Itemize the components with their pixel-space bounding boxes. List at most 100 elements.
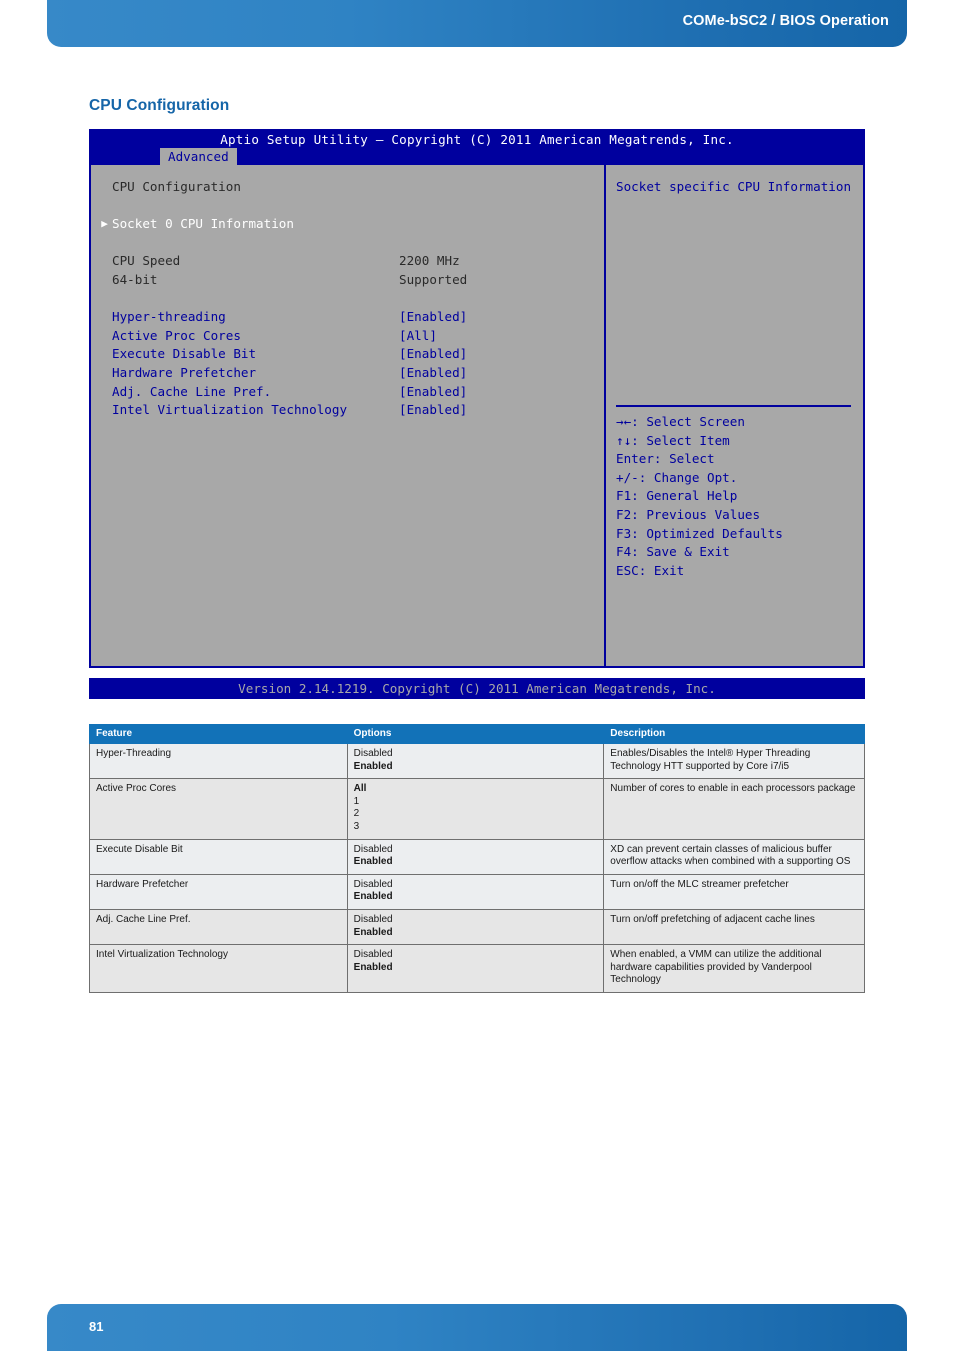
cell-description: Turn on/off the MLC streamer prefetcher bbox=[603, 873, 865, 910]
bios-info-value: 2200 MHz bbox=[399, 253, 460, 269]
cell-options: Disabled Enabled bbox=[346, 908, 605, 946]
cell-feature: Adj. Cache Line Pref. bbox=[89, 908, 348, 946]
cell-feature: Intel Virtualization Technology bbox=[89, 944, 348, 993]
bios-setting-label: Intel Virtualization Technology bbox=[112, 402, 348, 418]
bios-spacer-3 bbox=[91, 290, 604, 309]
option-item: Disabled bbox=[353, 843, 393, 855]
bios-setting-label: Hardware Prefetcher bbox=[112, 364, 257, 380]
table-row: Adj. Cache Line Pref. Disabled Enabled T… bbox=[89, 908, 865, 946]
section-heading: CPU Configuration bbox=[89, 97, 230, 114]
column-header-description: Description bbox=[603, 724, 865, 744]
page-number: 81 bbox=[89, 1319, 104, 1334]
option-item-selected: Enabled bbox=[353, 926, 393, 938]
bios-screenshot: Aptio Setup Utility – Copyright (C) 2011… bbox=[89, 129, 865, 699]
bios-help-title: Socket specific CPU Information bbox=[616, 179, 852, 194]
option-item: Disabled bbox=[353, 878, 393, 890]
bios-info-row: CPU Speed 2200 MHz bbox=[91, 252, 604, 271]
bios-key-general-help: F1: General Help bbox=[616, 488, 738, 504]
bios-setting-value: [Enabled] bbox=[399, 346, 468, 362]
bios-spacer-1 bbox=[91, 197, 604, 216]
cell-options: Disabled Enabled bbox=[346, 873, 605, 910]
cell-description: Number of cores to enable in each proces… bbox=[603, 778, 865, 840]
cell-description: Turn on/off prefetching of adjacent cach… bbox=[603, 908, 865, 946]
option-item-selected: Enabled bbox=[353, 891, 393, 903]
feature-options-table: Feature Options Description Hyper-Thread… bbox=[89, 724, 865, 993]
bios-info-label: 64-bit bbox=[112, 271, 158, 287]
option-item-selected: Enabled bbox=[353, 760, 393, 772]
bios-key-optimized-defaults: F3: Optimized Defaults bbox=[616, 525, 783, 541]
column-header-feature: Feature bbox=[89, 724, 348, 744]
bios-app-title: Aptio Setup Utility – Copyright (C) 2011… bbox=[220, 132, 734, 147]
bios-screen-title-row: CPU Configuration bbox=[91, 178, 604, 197]
cell-description: When enabled, a VMM can utilize the addi… bbox=[603, 944, 865, 993]
bios-title-bar: Aptio Setup Utility – Copyright (C) 2011… bbox=[89, 129, 865, 166]
bios-setting-value: [Enabled] bbox=[399, 383, 468, 399]
bios-key-select-screen: →←: Select Screen bbox=[616, 414, 745, 429]
option-item: Disabled bbox=[353, 913, 393, 925]
bios-left-pane: CPU Configuration ▶ Socket 0 CPU Informa… bbox=[91, 165, 604, 666]
bios-key-legend: →←: Select Screen ↑↓: Select Item Enter:… bbox=[616, 413, 783, 580]
table-row: Execute Disable Bit Disabled Enabled XD … bbox=[89, 838, 865, 875]
cell-feature: Hyper-Threading bbox=[89, 742, 348, 780]
bios-help-separator bbox=[616, 405, 851, 407]
bios-setting-execute-disable-bit[interactable]: Execute Disable Bit [Enabled] bbox=[91, 345, 604, 364]
bios-setting-intel-virtualization-technology[interactable]: Intel Virtualization Technology [Enabled… bbox=[91, 401, 604, 420]
cell-feature: Execute Disable Bit bbox=[89, 838, 348, 875]
bios-setting-label: Hyper-threading bbox=[112, 309, 226, 325]
bios-spacer-2 bbox=[91, 234, 604, 253]
bios-setting-adj-cache-line-pref[interactable]: Adj. Cache Line Pref. [Enabled] bbox=[91, 383, 604, 402]
bios-screen-title: CPU Configuration bbox=[112, 179, 241, 194]
bios-setting-hardware-prefetcher[interactable]: Hardware Prefetcher [Enabled] bbox=[91, 364, 604, 383]
bios-submenu-socket0[interactable]: ▶ Socket 0 CPU Information bbox=[91, 215, 604, 234]
table-row: Hardware Prefetcher Disabled Enabled Tur… bbox=[89, 873, 865, 910]
bios-setting-value: [Enabled] bbox=[399, 309, 468, 325]
bios-setting-label: Execute Disable Bit bbox=[112, 346, 257, 362]
cell-options: Disabled Enabled bbox=[346, 944, 605, 993]
option-item-selected: Enabled bbox=[353, 856, 393, 868]
option-item-selected: All bbox=[353, 783, 367, 795]
option-item: Disabled bbox=[353, 949, 393, 961]
cell-options: All 1 2 3 bbox=[346, 778, 605, 840]
bios-body: CPU Configuration ▶ Socket 0 CPU Informa… bbox=[89, 165, 865, 668]
bios-setting-active-proc-cores[interactable]: Active Proc Cores [All] bbox=[91, 327, 604, 346]
bios-key-enter-select: Enter: Select bbox=[616, 451, 715, 467]
bios-setting-label: Adj. Cache Line Pref. bbox=[112, 383, 272, 399]
page-header-title: COMe-bSC2 / BIOS Operation bbox=[682, 13, 889, 29]
table-row: Active Proc Cores All 1 2 3 Number of co… bbox=[89, 778, 865, 840]
table-header-row: Feature Options Description bbox=[89, 724, 865, 744]
cell-feature: Hardware Prefetcher bbox=[89, 873, 348, 910]
option-item: 1 bbox=[353, 795, 360, 807]
bios-info-value: Supported bbox=[399, 271, 468, 287]
cell-options: Disabled Enabled bbox=[346, 742, 605, 780]
cell-description: XD can prevent certain classes of malici… bbox=[603, 838, 865, 875]
table-row: Intel Virtualization Technology Disabled… bbox=[89, 944, 865, 993]
triangle-right-icon: ▶ bbox=[101, 217, 108, 231]
bios-key-save-exit: F4: Save & Exit bbox=[616, 544, 730, 560]
column-header-options: Options bbox=[346, 724, 605, 744]
bios-help-pane: Socket specific CPU Information →←: Sele… bbox=[606, 165, 863, 666]
option-item: 2 bbox=[353, 808, 360, 820]
bios-setting-hyper-threading[interactable]: Hyper-threading [Enabled] bbox=[91, 308, 604, 327]
bios-version-bar: Version 2.14.1219. Copyright (C) 2011 Am… bbox=[89, 678, 865, 699]
bios-tab-advanced[interactable]: Advanced bbox=[160, 148, 237, 166]
bios-setting-value: [Enabled] bbox=[399, 364, 468, 380]
bios-setting-value: [Enabled] bbox=[399, 402, 468, 418]
table-row: Hyper-Threading Disabled Enabled Enables… bbox=[89, 742, 865, 780]
page-header-bar: COMe-bSC2 / BIOS Operation bbox=[47, 0, 907, 47]
option-item: Disabled bbox=[353, 748, 393, 759]
option-item-selected: Enabled bbox=[353, 961, 393, 973]
bios-key-select-item: ↑↓: Select Item bbox=[616, 432, 730, 448]
bios-key-previous-values: F2: Previous Values bbox=[616, 506, 761, 522]
bios-setting-value: [All] bbox=[399, 327, 437, 343]
page-footer-bar: 81 bbox=[47, 1304, 907, 1351]
bios-key-esc-exit: ESC: Exit bbox=[616, 562, 685, 578]
bios-key-change-opt: +/-: Change Opt. bbox=[616, 469, 738, 485]
option-item: 3 bbox=[353, 820, 360, 832]
cell-feature: Active Proc Cores bbox=[89, 778, 348, 840]
bios-submenu-label: Socket 0 CPU Information bbox=[112, 216, 294, 232]
bios-info-row: 64-bit Supported bbox=[91, 271, 604, 290]
cell-description: Enables/Disables the Intel® Hyper Thread… bbox=[603, 742, 865, 780]
bios-setting-label: Active Proc Cores bbox=[112, 327, 241, 343]
cell-options: Disabled Enabled bbox=[346, 838, 605, 875]
bios-info-label: CPU Speed bbox=[112, 253, 181, 269]
